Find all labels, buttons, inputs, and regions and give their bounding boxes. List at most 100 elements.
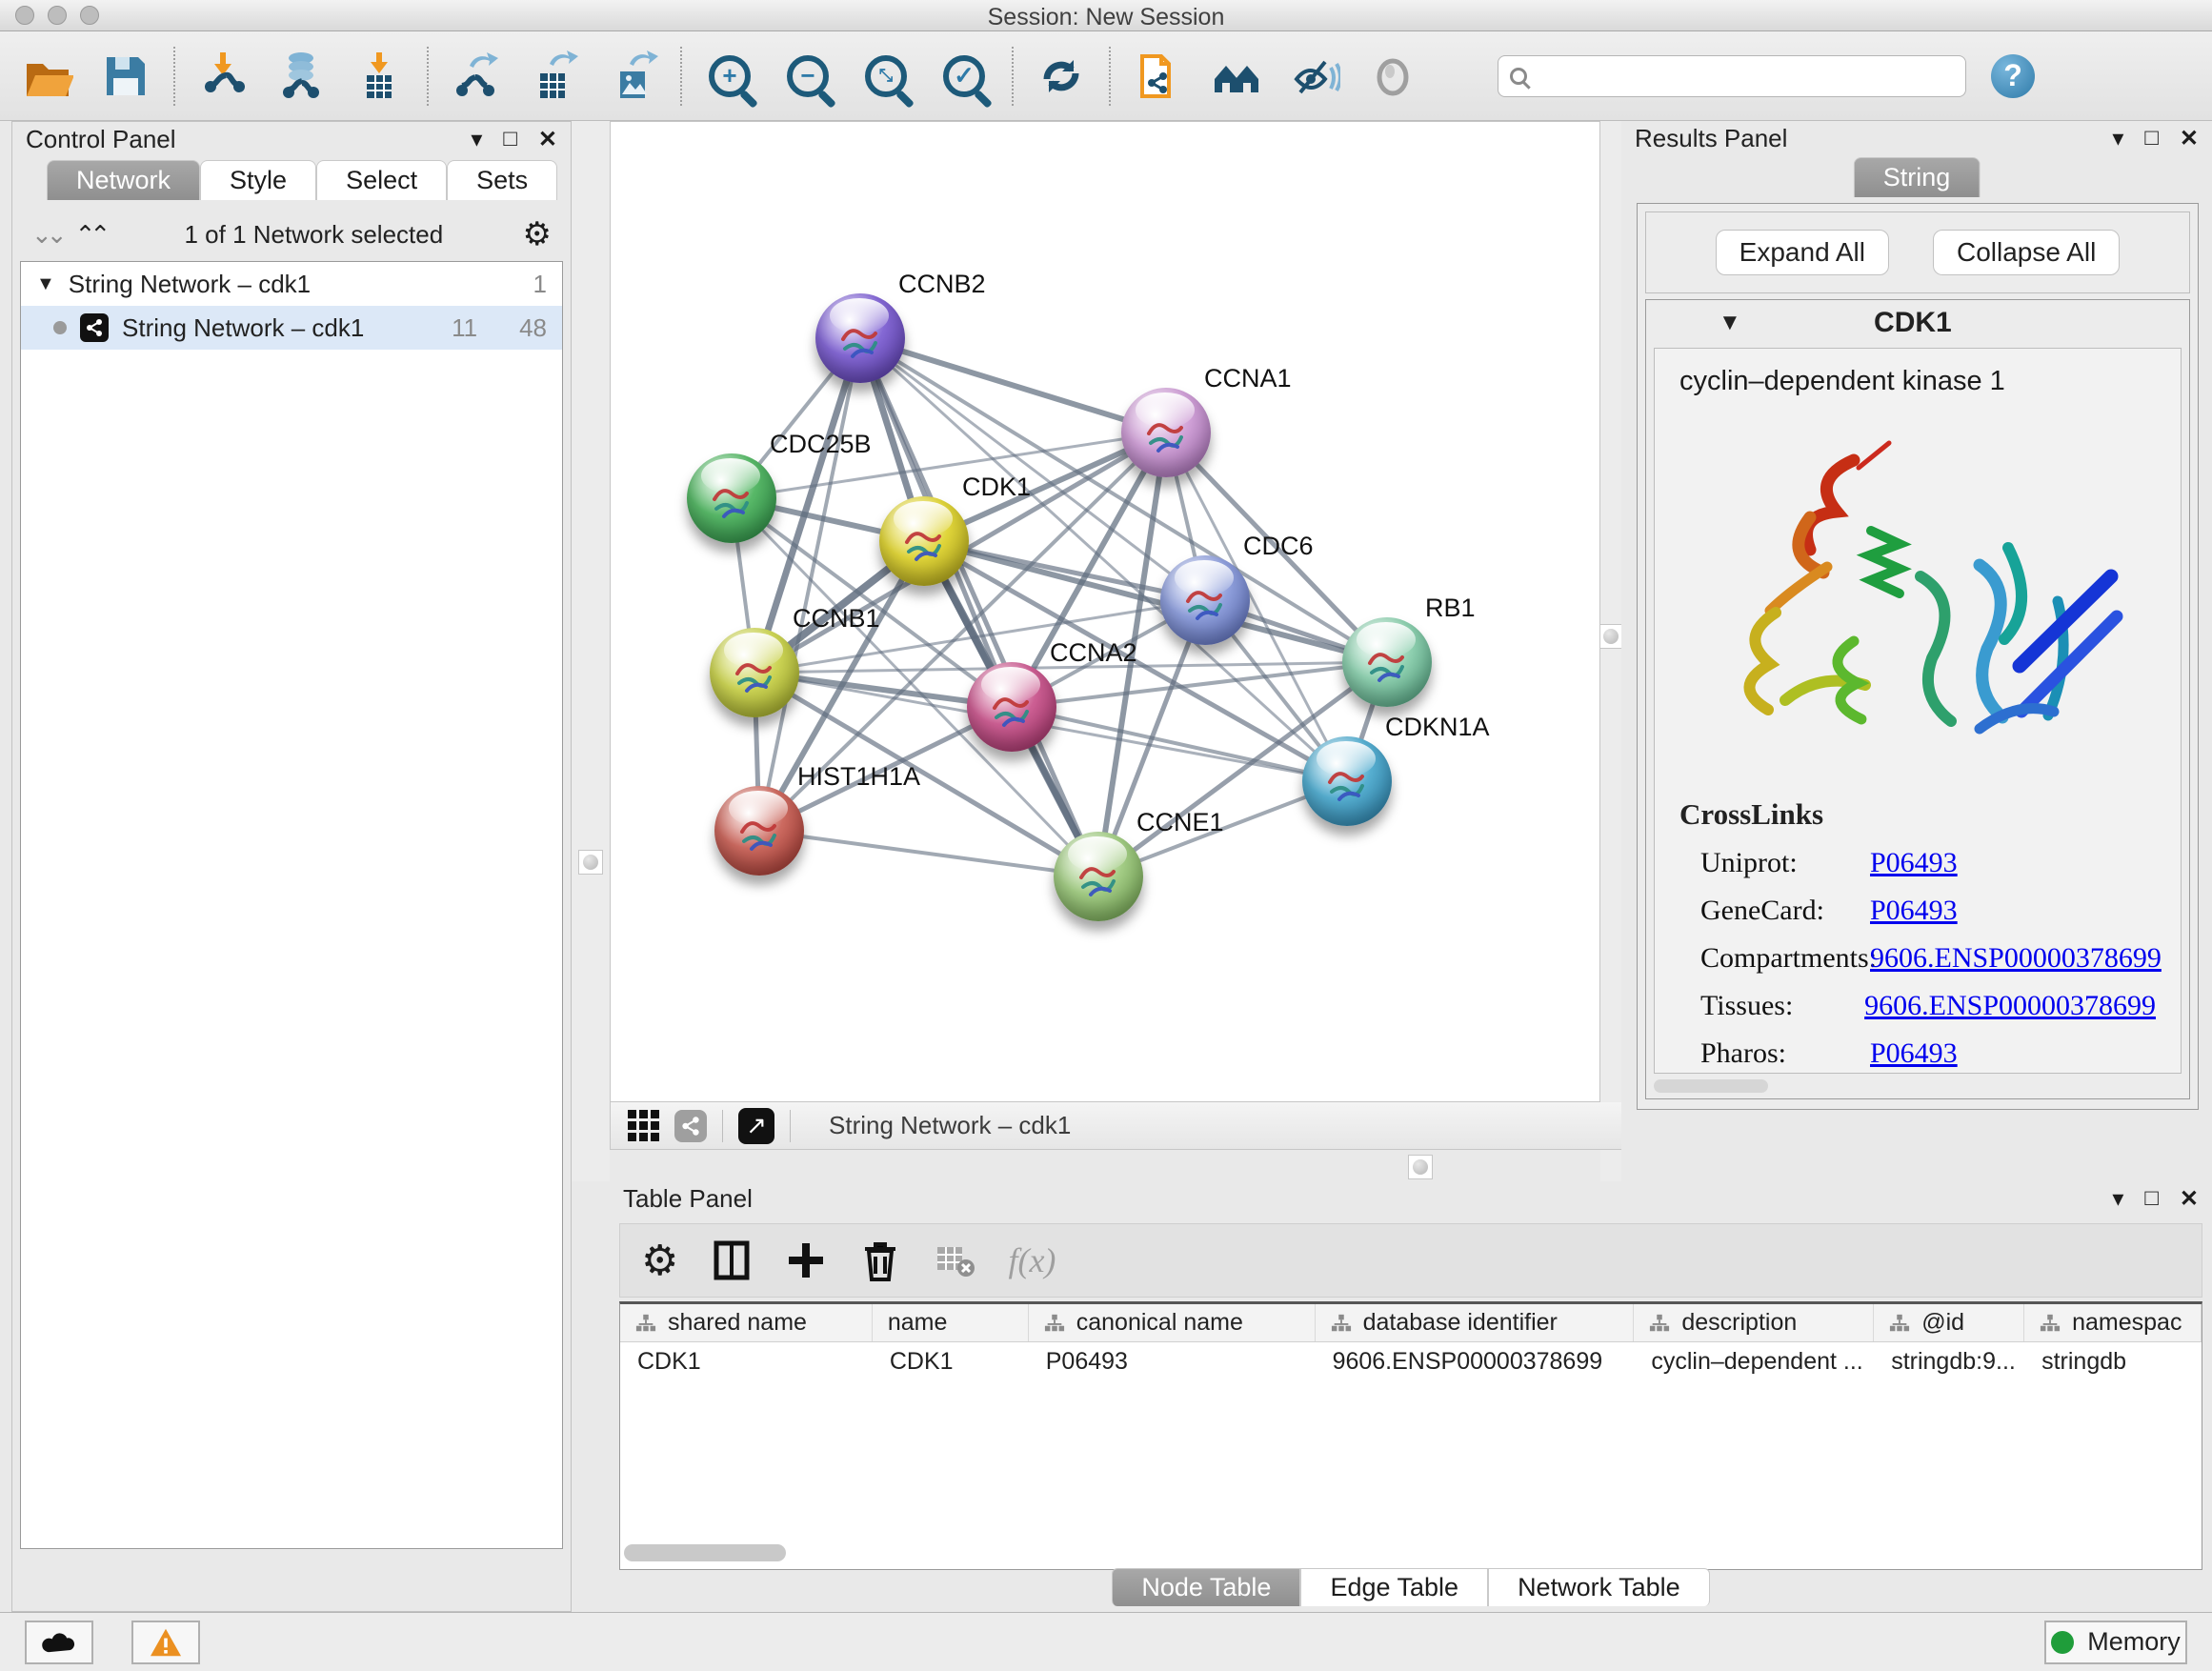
crosslink-link[interactable]: P06493 (1870, 895, 1958, 927)
tab-network-table[interactable]: Network Table (1488, 1568, 1710, 1606)
close-panel-icon[interactable]: ✕ (538, 126, 557, 153)
right-splitter-handle[interactable] (1599, 624, 1623, 649)
open-folder-icon[interactable] (21, 50, 74, 103)
network-view[interactable]: CCNB2CCNA1CDC25BCDK1CDC6RB1CCNB1CCNA2CDK… (610, 121, 1600, 1102)
edge[interactable] (860, 338, 1166, 433)
table-options-gear-icon[interactable]: ⚙ (641, 1237, 678, 1285)
maximize-results-icon[interactable]: □ (2144, 125, 2159, 151)
node-CDC25B[interactable] (687, 453, 776, 543)
left-splitter[interactable] (572, 121, 610, 1181)
column-header-canonical-name[interactable]: canonical name (1029, 1304, 1316, 1341)
document-share-icon[interactable] (1132, 50, 1185, 103)
table-cell[interactable]: P06493 (1029, 1348, 1316, 1376)
maximize-table-icon[interactable]: □ (2144, 1185, 2159, 1212)
node-CDKN1A[interactable] (1302, 736, 1392, 826)
export-image-icon[interactable] (606, 50, 659, 103)
tab-style[interactable]: Style (200, 160, 316, 200)
table-cell[interactable]: stringdb:9... (1874, 1348, 2024, 1376)
tab-sets[interactable]: Sets (447, 160, 557, 200)
collapse-all-button[interactable]: Collapse All (1933, 230, 2120, 275)
network-overview-icon[interactable] (674, 1110, 707, 1142)
export-network-icon[interactable] (450, 50, 503, 103)
collapse-all-icon[interactable]: ⌄⌄ (31, 220, 62, 250)
close-results-icon[interactable]: ✕ (2180, 125, 2199, 152)
crosslink-link[interactable]: 9606.ENSP00000378699 (1870, 942, 2162, 975)
edge[interactable] (860, 338, 1098, 876)
float-table-icon[interactable]: ▾ (2112, 1185, 2123, 1213)
tab-network[interactable]: Network (47, 160, 200, 200)
zoom-fit-icon[interactable]: ⤡ (859, 50, 913, 103)
network-collection-row[interactable]: ▼ String Network – cdk1 1 (21, 262, 562, 306)
import-database-icon[interactable] (274, 50, 328, 103)
detach-view-icon[interactable]: ↗ (738, 1108, 774, 1144)
zoom-out-icon[interactable]: − (781, 50, 835, 103)
import-table-icon[interactable] (352, 50, 406, 103)
close-table-icon[interactable]: ✕ (2180, 1185, 2199, 1213)
tab-edge-table[interactable]: Edge Table (1300, 1568, 1488, 1606)
network-row-selected[interactable]: String Network – cdk1 11 48 (21, 306, 562, 350)
export-table-icon[interactable] (528, 50, 581, 103)
memory-button[interactable]: Memory (2044, 1621, 2187, 1664)
node-CCNB2[interactable] (815, 293, 905, 383)
node-HIST1H1A[interactable] (714, 786, 804, 876)
node-CCNB1[interactable] (710, 628, 799, 717)
import-network-icon[interactable] (196, 50, 250, 103)
table-cell[interactable]: stringdb (2024, 1348, 2202, 1376)
column-header-@id[interactable]: @id (1874, 1304, 2024, 1341)
crosslink-link[interactable]: P06493 (1870, 1037, 1958, 1070)
node-CDC6[interactable] (1160, 555, 1250, 645)
search-field[interactable] (1498, 55, 1966, 97)
table-cell[interactable]: cyclin–dependent ... (1634, 1348, 1874, 1376)
node-CDK1[interactable] (879, 496, 969, 586)
bottom-splitter-handle[interactable] (1408, 1155, 1433, 1179)
add-column-icon[interactable] (785, 1239, 827, 1281)
save-floppy-icon[interactable] (99, 50, 152, 103)
cloud-button[interactable] (25, 1621, 93, 1664)
network-options-gear-icon[interactable]: ⚙ (523, 215, 552, 253)
column-header-database-identifier[interactable]: database identifier (1316, 1304, 1635, 1341)
crosslink-link[interactable]: 9606.ENSP00000378699 (1864, 990, 2156, 1022)
column-header-shared-name[interactable]: shared name (620, 1304, 873, 1341)
right-splitter[interactable] (1600, 121, 1621, 1181)
table-cell[interactable]: 9606.ENSP00000378699 (1316, 1348, 1635, 1376)
node-CCNA1[interactable] (1121, 388, 1211, 477)
table-cell[interactable]: CDK1 (620, 1348, 873, 1376)
float-panel-icon[interactable]: ▾ (471, 126, 482, 153)
table-hscrollbar[interactable] (624, 1544, 786, 1561)
edge[interactable] (759, 831, 1098, 876)
results-hscrollbar[interactable] (1654, 1079, 1768, 1093)
column-header-description[interactable]: description (1634, 1304, 1874, 1341)
search-input[interactable] (1537, 62, 1954, 91)
hide-eye-icon[interactable] (1288, 50, 1341, 103)
warning-button[interactable] (131, 1621, 200, 1664)
column-header-name[interactable]: name (873, 1304, 1029, 1341)
crosslink-link[interactable]: P06493 (1870, 847, 1958, 879)
zoom-in-icon[interactable]: + (703, 50, 756, 103)
column-header-namespac[interactable]: namespac (2024, 1304, 2202, 1341)
node-description: cyclin–dependent kinase 1 (1679, 366, 2156, 397)
zoom-selected-icon[interactable]: ✓ (937, 50, 991, 103)
float-results-icon[interactable]: ▾ (2112, 125, 2123, 152)
collection-expand-icon[interactable]: ▼ (36, 273, 55, 295)
node-CCNE1[interactable] (1054, 832, 1143, 921)
node-table[interactable]: shared namenamecanonical namedatabase id… (619, 1301, 2202, 1570)
show-columns-icon[interactable] (711, 1239, 753, 1281)
table-cell[interactable]: CDK1 (873, 1348, 1029, 1376)
left-splitter-handle[interactable] (578, 850, 603, 875)
expand-all-button[interactable]: Expand All (1716, 230, 1889, 275)
node-RB1[interactable] (1342, 617, 1432, 707)
maximize-panel-icon[interactable]: □ (503, 126, 517, 152)
tab-select[interactable]: Select (316, 160, 447, 200)
refresh-icon[interactable] (1035, 50, 1088, 103)
node-CCNA2[interactable] (967, 662, 1056, 752)
help-icon[interactable]: ? (1991, 54, 2035, 98)
eye-icon[interactable] (1366, 50, 1419, 103)
birdseye-grid-icon[interactable] (628, 1110, 659, 1141)
tab-string[interactable]: String (1854, 157, 1981, 197)
section-collapse-icon[interactable]: ▼ (1719, 310, 1741, 336)
delete-column-icon[interactable] (859, 1239, 901, 1281)
homes-icon[interactable] (1210, 50, 1263, 103)
edge[interactable] (1012, 662, 1387, 707)
expand-all-icon[interactable]: ⌃⌃ (75, 220, 106, 250)
tab-node-table[interactable]: Node Table (1112, 1568, 1300, 1606)
